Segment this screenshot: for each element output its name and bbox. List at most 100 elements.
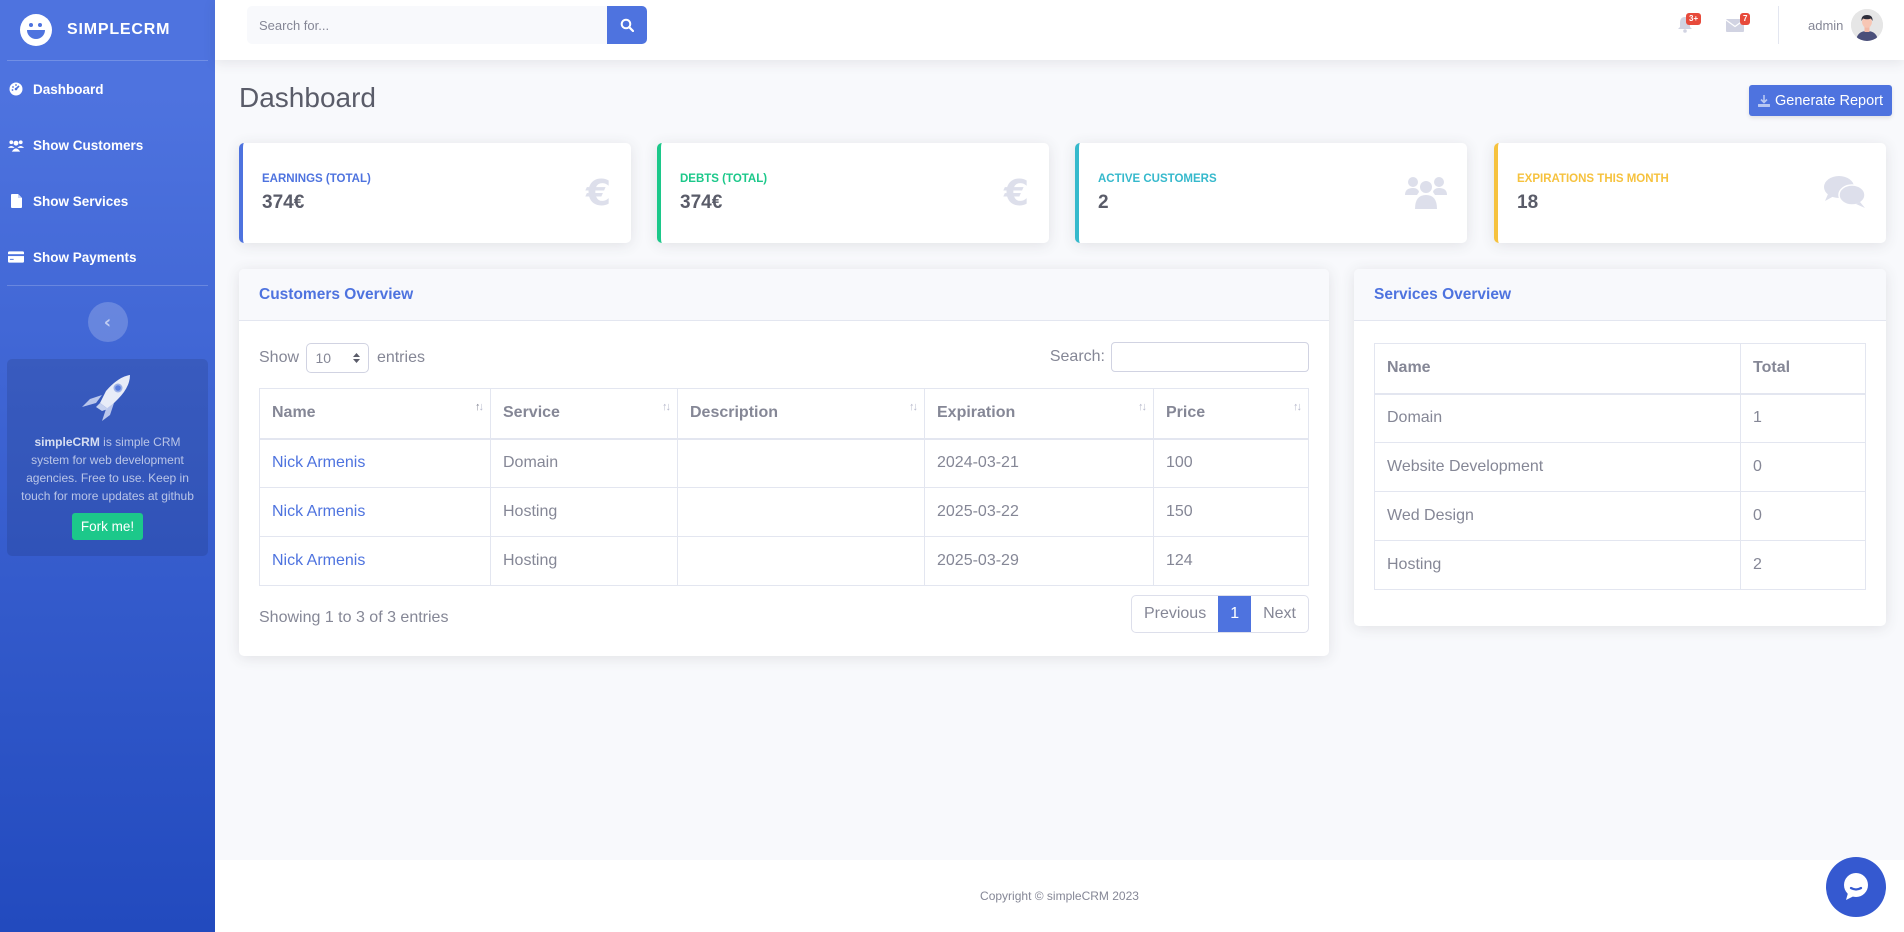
fork-me-button[interactable]: Fork me! [71, 513, 144, 540]
pagination-previous[interactable]: Previous [1132, 596, 1218, 632]
generate-report-button[interactable]: Generate Report [1749, 85, 1893, 116]
cell-description [677, 487, 925, 537]
cell-name: Hosting [1374, 540, 1741, 590]
cell-price: 150 [1153, 487, 1309, 537]
customer-link[interactable]: Nick Armenis [272, 454, 365, 471]
sidebar-divider [7, 285, 208, 286]
sort-icon: ↑↓ [662, 401, 671, 413]
copyright-text: Copyright © simpleCRM 2023 [980, 889, 1139, 903]
stat-value: 2 [1098, 192, 1109, 213]
footer: Copyright © simpleCRM 2023 [215, 860, 1904, 932]
sort-icon: ↑↓ [909, 401, 918, 413]
brand-name: SIMPLECRM [67, 21, 171, 38]
search-input[interactable] [247, 6, 607, 44]
chevron-left-icon: ‹ [103, 311, 112, 333]
page-length-select[interactable]: 10 [306, 343, 370, 373]
generate-report-label: Generate Report [1775, 92, 1884, 109]
sidebar-item-label: Show Payments [33, 249, 137, 265]
table-row: Wed Design 0 [1374, 491, 1866, 541]
column-header-service[interactable]: Service ↑↓ [490, 388, 678, 440]
laugh-wink-icon [20, 14, 52, 46]
show-label: Show [259, 349, 300, 367]
users-icon [1405, 175, 1447, 218]
cell-description [677, 438, 925, 488]
sidebar-item-show-customers[interactable]: Show Customers [0, 117, 215, 173]
cell-total: 0 [1740, 491, 1866, 541]
pagination-next[interactable]: Next [1251, 596, 1308, 632]
table-row: Nick Armenis Hosting 2025-03-29 124 [259, 536, 1309, 586]
promo-text: simpleCRM is simple CRM system for web d… [19, 433, 196, 505]
pagination-page-1[interactable]: 1 [1218, 596, 1252, 632]
customers-table: Name ↑↓ Service ↑↓ Description ↑↓ Expiratio… [259, 388, 1309, 586]
cell-total: 0 [1740, 442, 1866, 492]
table-row: Nick Armenis Domain 2024-03-21 100 [259, 438, 1309, 488]
sidebar-item-label: Dashboard [33, 81, 104, 97]
sort-arrows-icon [353, 353, 361, 363]
stat-label: Active Customers [1098, 173, 1217, 185]
alerts-badge: 3+ [1686, 13, 1702, 25]
stat-value: 374€ [680, 192, 723, 213]
sidebar-item-dashboard[interactable]: Dashboard [0, 61, 215, 117]
comments-icon [1824, 175, 1866, 218]
sidebar-item-show-services[interactable]: Show Services [0, 173, 215, 229]
customers-overview-card: Customers Overview Show 10 entries Searc… [239, 269, 1329, 656]
alerts-dropdown[interactable]: 3+ [1677, 13, 1702, 37]
table-row: Nick Armenis Hosting 2025-03-22 150 [259, 487, 1309, 537]
table-search-input[interactable] [1111, 342, 1309, 372]
cell-service: Domain [490, 438, 678, 488]
search-button[interactable] [607, 6, 647, 44]
page-title: Dashboard [239, 82, 376, 113]
stat-card-debts: Debts (Total) 374€ € [657, 143, 1049, 243]
stat-card-expirations: Expirations This Month 18 [1494, 143, 1886, 243]
column-header-name: Name [1374, 343, 1741, 395]
page-length-value: 10 [315, 350, 332, 366]
sidebar-toggle-button[interactable]: ‹ [87, 302, 128, 342]
messages-dropdown[interactable]: 7 [1725, 13, 1751, 36]
topbar: 3+ 7 admin [215, 0, 1904, 60]
tachometer-icon [8, 81, 24, 97]
column-label: Name [272, 404, 316, 422]
euro-icon: € [585, 173, 611, 214]
stat-card-earnings: Earnings (Total) 374€ € [239, 143, 631, 243]
customer-link[interactable]: Nick Armenis [272, 552, 365, 569]
stat-label: Earnings (Total) [262, 173, 371, 185]
sidebar-item-show-payments[interactable]: Show Payments [0, 229, 215, 285]
cell-expiration: 2025-03-22 [924, 487, 1154, 537]
messages-badge: 7 [1740, 13, 1751, 25]
cell-name: Domain [1374, 393, 1741, 443]
table-row: Domain 1 [1374, 393, 1866, 443]
brand-link[interactable]: SIMPLECRM [0, 0, 215, 60]
column-header-price[interactable]: Price ↑↓ [1153, 388, 1309, 440]
sort-icon: ↑↓ [1293, 401, 1302, 413]
sidebar-item-label: Show Customers [33, 137, 144, 153]
user-dropdown[interactable]: admin [1808, 9, 1884, 41]
table-header-row: Name ↑↓ Service ↑↓ Description ↑↓ Expiratio… [259, 388, 1309, 440]
search-icon [620, 18, 634, 32]
services-overview-header: Services Overview [1354, 269, 1886, 321]
cell-price: 124 [1153, 536, 1309, 586]
column-label: Price [1166, 404, 1206, 422]
length-control: Show 10 entries [259, 343, 425, 373]
customers-overview-title: Customers Overview [259, 285, 414, 303]
services-table: Name Total Domain 1 Website Development 0 … [1374, 343, 1866, 590]
column-header-name[interactable]: Name ↑↓ [259, 388, 491, 440]
customer-link[interactable]: Nick Armenis [272, 503, 365, 520]
cell-name: Nick Armenis [259, 536, 491, 586]
customers-table-wrap: Name ↑↓ Service ↑↓ Description ↑↓ Expiratio… [259, 388, 1309, 586]
customers-overview-header: Customers Overview [239, 269, 1329, 321]
stat-value: 374€ [262, 192, 305, 213]
chat-widget-button[interactable] [1826, 857, 1886, 917]
topbar-divider [1778, 6, 1779, 44]
services-overview-card: Services Overview Name Total Domain 1 Web… [1354, 269, 1886, 626]
column-header-description[interactable]: Description ↑↓ [677, 388, 925, 440]
column-header-expiration[interactable]: Expiration ↑↓ [924, 388, 1154, 440]
column-label: Service [503, 404, 560, 422]
cell-service: Hosting [490, 487, 678, 537]
sidebar-promo-card: simpleCRM is simple CRM system for web d… [7, 359, 208, 556]
cell-description [677, 536, 925, 586]
table-search-label: Search: [1049, 348, 1105, 366]
cell-name: Nick Armenis [259, 487, 491, 537]
cell-name: Wed Design [1374, 491, 1741, 541]
sort-icon: ↑↓ [475, 401, 484, 413]
avatar [1851, 9, 1884, 41]
